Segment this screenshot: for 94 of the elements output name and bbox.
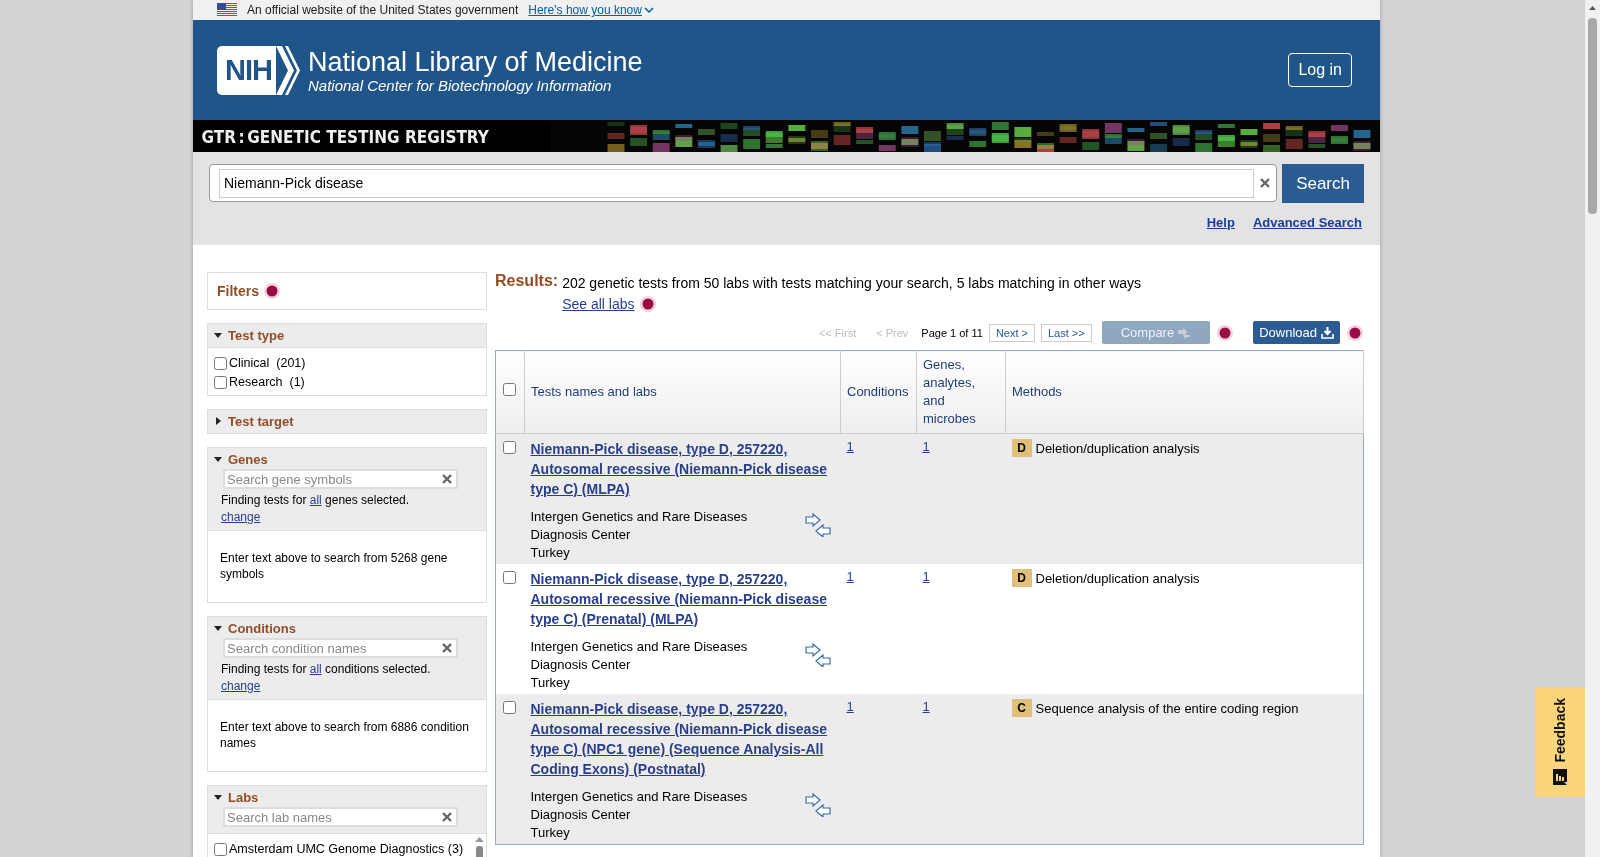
search-button[interactable]: Search: [1282, 164, 1364, 203]
row-checkbox[interactable]: [503, 441, 516, 454]
row-checkbox[interactable]: [503, 571, 516, 584]
method-text: Sequence analysis of the entire coding region: [1035, 700, 1299, 716]
gov-banner-text: An official website of the United States government: [247, 3, 519, 17]
method-badge: C: [1011, 699, 1032, 717]
clear-icon[interactable]: [442, 812, 452, 822]
caret-icon[interactable]: [214, 793, 223, 802]
help-icon[interactable]: [263, 282, 281, 300]
conditions-link[interactable]: 1: [846, 699, 854, 714]
how-you-know-link[interactable]: Here's how you know: [528, 3, 654, 17]
results-label: Results:: [495, 272, 559, 290]
option-label[interactable]: Research: [229, 375, 283, 389]
registry-title: GTR:GENETIC TESTING REGISTRY: [200, 124, 490, 149]
header-link[interactable]: Help: [1206, 215, 1235, 230]
section-title[interactable]: Conditions: [228, 621, 296, 636]
section-title[interactable]: Labs: [228, 790, 259, 805]
compare-arrows-icon[interactable]: [804, 793, 831, 817]
clear-icon[interactable]: [442, 643, 452, 653]
last-page-button[interactable]: Last >>: [1041, 323, 1092, 342]
download-icon[interactable]: [1321, 326, 1334, 339]
login-button[interactable]: Log in: [1288, 53, 1352, 87]
column-header[interactable]: Conditions: [847, 383, 910, 401]
search-field[interactable]: Search lab names: [223, 807, 458, 827]
caret-icon[interactable]: [214, 417, 223, 426]
genes-link[interactable]: 1: [922, 699, 930, 714]
filter-note: Finding tests for all conditions selected.: [221, 661, 432, 678]
test-title-link[interactable]: Niemann-Pick disease, type D, 257220, Autosomal recessive (Niemann-Pick disease type C) (Prenatal) (MLPA): [530, 569, 835, 629]
next-page-button[interactable]: Next >: [988, 323, 1035, 342]
method-text: Deletion/duplication analysis: [1035, 440, 1200, 456]
download-button[interactable]: Download: [1253, 321, 1340, 344]
row-checkbox[interactable]: [503, 701, 516, 714]
change-link[interactable]: change: [221, 679, 261, 693]
chevron-icon[interactable]: [643, 6, 654, 14]
all-link[interactable]: all: [309, 493, 322, 507]
lab-name: Intergen Genetics and Rare Diseases Diagnosis Center: [530, 508, 749, 544]
genes-link[interactable]: 1: [922, 439, 930, 454]
lab-name: Intergen Genetics and Rare Diseases Diagnosis Center: [530, 788, 749, 824]
caret-icon[interactable]: [214, 455, 223, 464]
search-field[interactable]: Search condition names: [223, 638, 458, 658]
compare-arrows-icon[interactable]: [804, 643, 831, 667]
site-title: National Library of Medicine: [307, 46, 643, 77]
feedback-tab[interactable]: Feedback: [1535, 687, 1585, 797]
lab-name: Intergen Genetics and Rare Diseases Diagnosis Center: [530, 638, 749, 674]
change-link[interactable]: change: [221, 510, 261, 524]
clear-icon[interactable]: [442, 474, 452, 484]
test-title-link[interactable]: Niemann-Pick disease, type D, 257220, Autosomal recessive (Niemann-Pick disease type C) (NPC1 gene) (Sequence Analysis-All Coding Exons) (Postnatal): [530, 699, 835, 779]
lab-country: Turkey: [530, 674, 571, 692]
search-field[interactable]: Search gene symbols: [223, 469, 458, 489]
section-title[interactable]: Genes: [228, 452, 268, 467]
test-title-link[interactable]: Niemann-Pick disease, type D, 257220, Autosomal recessive (Niemann-Pick disease type C) (MLPA): [530, 439, 835, 499]
see-all-labs-link[interactable]: See all labs: [562, 296, 635, 312]
checkbox[interactable]: [214, 375, 227, 389]
section-header[interactable]: Conditions: [208, 617, 486, 636]
caret-icon[interactable]: [214, 624, 223, 633]
caret-icon[interactable]: [214, 331, 223, 340]
lab-country: Turkey: [530, 824, 571, 842]
method-text: Deletion/duplication analysis: [1035, 570, 1200, 586]
page-indicator: Page 1 of 11: [921, 326, 983, 339]
conditions-link[interactable]: 1: [846, 439, 854, 454]
flag-icon: [217, 3, 237, 17]
help-icon[interactable]: [1216, 323, 1235, 342]
conditions-link[interactable]: 1: [846, 569, 854, 584]
section-title[interactable]: Test type: [228, 328, 285, 343]
checkbox[interactable]: [214, 842, 227, 856]
help-icon[interactable]: [1346, 323, 1364, 342]
option-label[interactable]: Clinical: [229, 356, 270, 370]
section-title[interactable]: Test target: [228, 414, 294, 429]
clear-icon[interactable]: [1260, 178, 1271, 188]
checkbox[interactable]: [214, 356, 227, 370]
option-count: (201): [276, 356, 306, 370]
select-all-checkbox[interactable]: [503, 383, 516, 396]
section-header[interactable]: Test type: [208, 324, 486, 347]
hint-text: Enter text above to search from 6886 condition names: [208, 699, 486, 771]
section-header[interactable]: Labs: [208, 786, 486, 805]
method-badge: D: [1011, 439, 1032, 457]
header-link[interactable]: Advanced Search: [1252, 215, 1362, 230]
option-count: (1): [289, 375, 305, 389]
compare-arrows-icon[interactable]: [804, 513, 831, 537]
lab-country: Turkey: [530, 544, 571, 562]
filter-note: Finding tests for all genes selected.: [221, 492, 411, 509]
hint-text: Enter text above to search from 5268 gene symbols: [208, 530, 486, 602]
chat-chart-icon[interactable]: [1552, 768, 1568, 787]
site-subtitle: National Center for Biotechnology Information: [307, 76, 613, 94]
search-field[interactable]: Niemann-Pick disease: [209, 164, 1278, 202]
option-label[interactable]: Amsterdam UMC Genome Diagnostics (3): [229, 842, 464, 856]
method-badge: D: [1011, 569, 1032, 587]
section-header[interactable]: Test target: [208, 410, 486, 433]
section-header[interactable]: Genes: [208, 448, 486, 467]
filters-title: Filters: [217, 283, 259, 299]
all-link[interactable]: all: [309, 662, 322, 676]
results-summary: 202 genetic tests from 50 labs with tests matching your search, 5 labs matching in other ways: [562, 275, 1142, 291]
genes-link[interactable]: 1: [922, 569, 930, 584]
help-icon[interactable]: [638, 295, 657, 313]
